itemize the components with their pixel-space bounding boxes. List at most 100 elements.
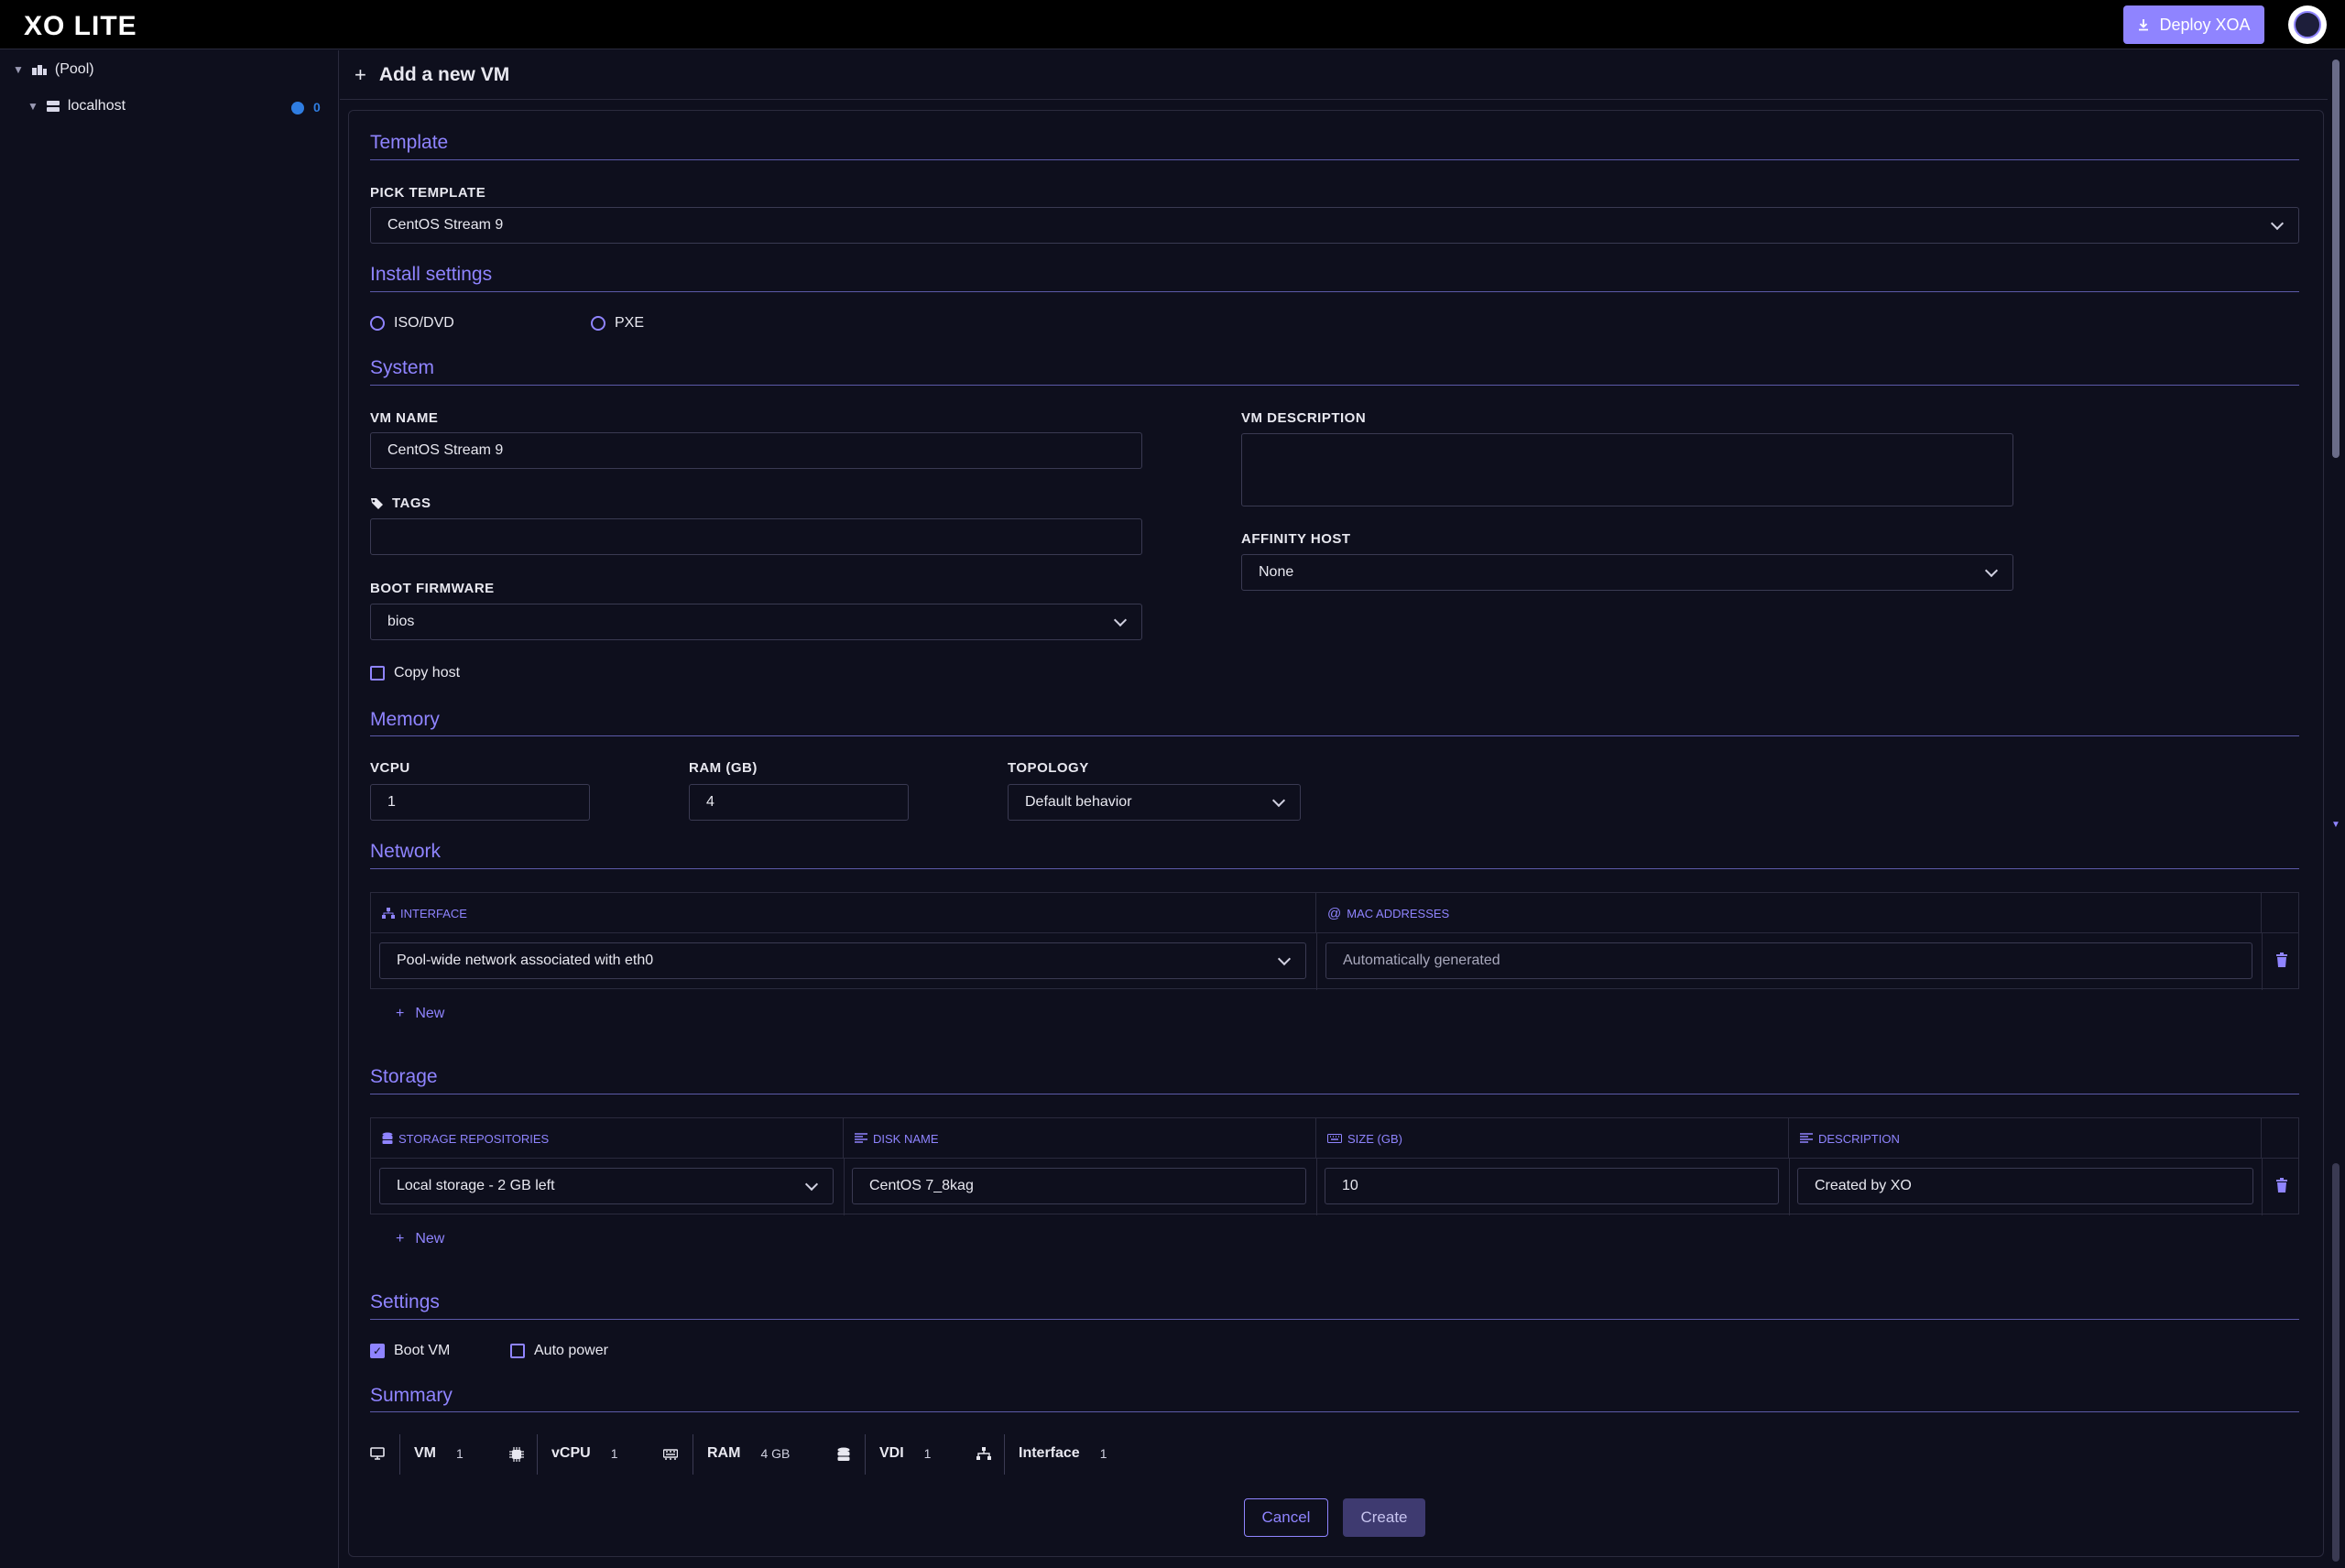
section-divider [370, 1319, 2299, 1320]
vertical-scrollbar[interactable]: ▼ [2329, 50, 2345, 1568]
plus-icon: + [396, 1006, 405, 1021]
memory-icon [663, 1449, 678, 1460]
top-bar: XO LITE Deploy XOA [0, 0, 2345, 49]
mac-address-input[interactable]: Automatically generated [1325, 942, 2252, 979]
pool-label: (Pool) [54, 61, 94, 77]
tree-item-pool[interactable]: ▼ (Pool) [13, 61, 94, 78]
download-icon [2139, 19, 2149, 31]
disk-size-input[interactable]: 10 [1325, 1168, 1779, 1204]
vm-name-input[interactable]: CentOS Stream 9 [370, 432, 1142, 469]
running-status-icon [291, 102, 304, 114]
section-divider [370, 159, 2299, 160]
topology-label: TOPOLOGY [1008, 760, 1089, 776]
tags-label-wrap: TAGS [370, 495, 431, 511]
col-header-disk-name: DISK NAME [844, 1118, 1316, 1159]
section-title-system: System [370, 357, 435, 378]
trash-icon[interactable] [2275, 1178, 2288, 1192]
storage-repository-select[interactable]: Local storage - 2 GB left [379, 1168, 834, 1204]
network-icon [976, 1447, 991, 1460]
tags-input[interactable] [370, 518, 1142, 555]
radio-iso-dvd[interactable]: ISO/DVD [370, 315, 454, 332]
ram-input[interactable]: 4 [689, 784, 909, 821]
sidebar: ▼ (Pool) ▼ localhost 0 [0, 50, 339, 1568]
align-left-icon [855, 1133, 867, 1143]
section-title-install: Install settings [370, 264, 493, 285]
check-icon: ✓ [370, 1344, 385, 1358]
scrollbar-thumb[interactable] [2332, 60, 2340, 458]
boot-vm-checkbox[interactable]: ✓ Boot VM [370, 1343, 450, 1359]
affinity-host-select[interactable]: None [1241, 554, 2013, 591]
monitor-icon [370, 1447, 385, 1460]
boot-firmware-label: BOOT FIRMWARE [370, 581, 495, 596]
page-header: + Add a new VM [340, 50, 2328, 100]
database-icon [837, 1447, 850, 1461]
chevron-down-icon[interactable]: ▼ [13, 63, 24, 76]
at-icon: @ [1327, 905, 1342, 921]
boot-firmware-select[interactable]: bios [370, 604, 1142, 640]
add-disk-button[interactable]: + New [396, 1231, 444, 1247]
pool-icon [31, 65, 47, 75]
affinity-host-label: AFFINITY HOST [1241, 531, 1351, 547]
network-icon [382, 908, 395, 919]
plus-icon: + [396, 1231, 405, 1247]
copy-host-checkbox[interactable]: Copy host [370, 665, 460, 681]
new-vm-form [348, 110, 2324, 1557]
pick-template-select[interactable]: CentOS Stream 9 [370, 207, 2299, 244]
create-button[interactable]: Create [1343, 1498, 1425, 1537]
vm-description-textarea[interactable] [1241, 433, 2013, 506]
col-header-size: SIZE (GB) [1316, 1118, 1789, 1159]
chevron-down-icon[interactable]: ▼ [27, 100, 38, 113]
server-icon [46, 101, 60, 112]
section-divider [370, 291, 2299, 292]
disk-description-input[interactable]: Created by XO [1797, 1168, 2253, 1204]
user-avatar[interactable] [2288, 5, 2327, 44]
section-title-network: Network [370, 841, 442, 862]
plus-icon: + [354, 62, 366, 86]
add-network-button[interactable]: + New [396, 1006, 444, 1022]
col-header-mac: @ MAC ADDRESSES [1316, 893, 2262, 933]
align-left-icon [1800, 1133, 1813, 1143]
summary-vdi: VDI 1 [879, 1445, 932, 1461]
deploy-xoa-button[interactable]: Deploy XOA [2123, 5, 2264, 44]
summary-vcpu: vCPU 1 [551, 1445, 618, 1461]
cancel-button[interactable]: Cancel [1244, 1498, 1328, 1537]
col-header-storage-repositories: STORAGE REPOSITORIES [371, 1118, 844, 1159]
summary-interface: Interface 1 [1019, 1445, 1107, 1461]
vcpu-input[interactable]: 1 [370, 784, 590, 821]
localhost-label: localhost [67, 98, 126, 114]
radio-pxe[interactable]: PXE [591, 315, 644, 332]
keyboard-icon [1327, 1134, 1342, 1143]
vm-name-label: VM NAME [370, 410, 439, 426]
section-title-storage: Storage [370, 1066, 438, 1087]
tags-icon [371, 497, 383, 509]
page-title: Add a new VM [378, 63, 510, 85]
vcpu-label: VCPU [370, 760, 410, 776]
section-divider [370, 385, 2299, 386]
database-icon [382, 1132, 393, 1144]
vm-description-label: VM DESCRIPTION [1241, 410, 1367, 426]
section-title-summary: Summary [370, 1385, 453, 1406]
pick-template-value: CentOS Stream 9 [387, 217, 504, 233]
running-vm-count: 0 [313, 100, 321, 114]
ram-label: RAM (GB) [689, 760, 758, 776]
section-title-memory: Memory [370, 709, 440, 730]
disk-name-input[interactable]: CentOS 7_8kag [852, 1168, 1306, 1204]
summary-vm: VM 1 [414, 1445, 464, 1461]
scroll-down-arrow-icon[interactable]: ▼ [2331, 820, 2340, 830]
section-divider [370, 735, 2299, 736]
section-divider [370, 1411, 2299, 1412]
section-divider [370, 868, 2299, 869]
auto-power-checkbox[interactable]: Auto power [510, 1343, 608, 1359]
app-logo[interactable]: XO LITE [24, 11, 137, 42]
tree-item-localhost[interactable]: ▼ localhost [27, 98, 125, 114]
pick-template-label: PICK TEMPLATE [370, 185, 486, 201]
trash-icon[interactable] [2275, 953, 2288, 967]
topology-select[interactable]: Default behavior [1008, 784, 1301, 821]
cpu-icon [509, 1447, 524, 1462]
col-header-description: DESCRIPTION [1789, 1118, 2262, 1159]
scrollbar-track-lower[interactable] [2332, 1163, 2340, 1562]
section-title-template: Template [370, 132, 449, 153]
tags-label: TAGS [392, 495, 431, 511]
network-interface-select[interactable]: Pool-wide network associated with eth0 [379, 942, 1306, 979]
summary-ram: RAM 4 GB [707, 1445, 791, 1461]
